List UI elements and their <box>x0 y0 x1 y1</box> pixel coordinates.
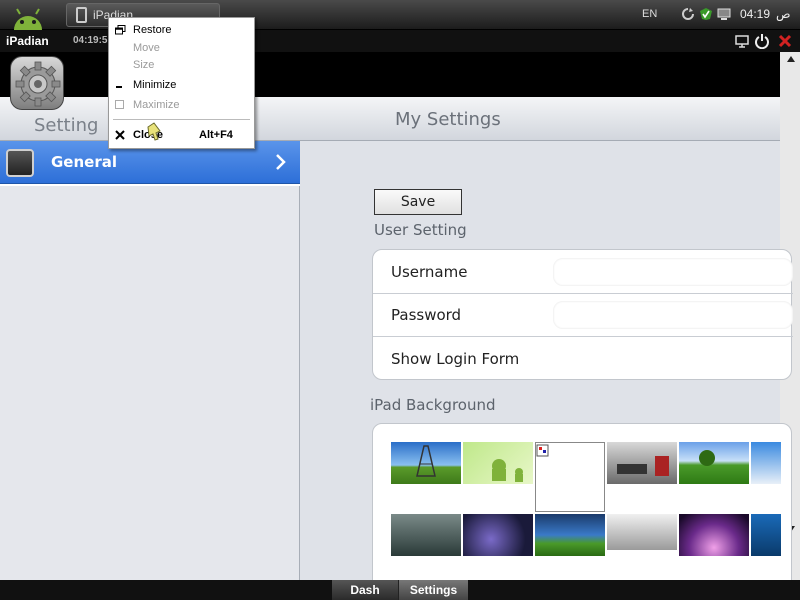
app-clock: 04:19:5 <box>73 35 108 46</box>
background-thumb-night-landscape[interactable] <box>535 514 605 556</box>
background-thumb-grey-gradient[interactable] <box>607 514 677 550</box>
password-label: Password <box>391 306 462 324</box>
menu-separator <box>113 119 250 120</box>
sidebar-item-label: General <box>51 153 117 171</box>
background-thumb-purple-light[interactable] <box>679 514 749 556</box>
tab-settings[interactable]: Settings <box>398 580 468 600</box>
language-indicator[interactable]: EN <box>642 8 657 20</box>
close-icon[interactable] <box>777 33 793 49</box>
sidebar: General <box>0 141 300 580</box>
username-label: Username <box>391 263 468 281</box>
background-thumb-modern-interior[interactable] <box>607 442 677 484</box>
password-row: Password <box>373 293 793 337</box>
background-thumb-snow-blue[interactable] <box>751 442 781 484</box>
menu-item-restore[interactable]: Restore <box>109 21 254 39</box>
background-thumb-green-field[interactable] <box>679 442 749 484</box>
password-input[interactable] <box>553 301 793 329</box>
scroll-up-icon[interactable] <box>786 54 796 64</box>
menu-item-minimize[interactable]: Minimize <box>109 76 254 94</box>
close-icon <box>115 130 125 140</box>
background-thumb-eiffel-tower[interactable] <box>391 442 461 484</box>
save-button[interactable]: Save <box>374 189 462 215</box>
background-thumb-rain-glass[interactable] <box>391 514 461 556</box>
general-icon <box>6 149 34 177</box>
monitor-icon[interactable] <box>717 7 731 21</box>
menu-item-label: Restore <box>133 24 172 36</box>
menu-item-close[interactable]: Close Alt+F4 <box>109 126 254 144</box>
screen: iPadian EN 04:19 ص iPadian 04:19:5 Setti… <box>0 0 800 600</box>
menu-item-label: Size <box>133 59 155 71</box>
broken-image-icon <box>536 444 549 457</box>
show-login-form-row[interactable]: Show Login Form <box>373 337 793 381</box>
android-logo-icon[interactable] <box>8 2 48 30</box>
user-setting-title: User Setting <box>374 221 467 239</box>
window-context-menu: Restore Move Size Minimize Maximize Clos… <box>108 17 255 149</box>
menu-item-shortcut: Alt+F4 <box>199 129 233 141</box>
background-thumb-blank-selected[interactable] <box>535 442 605 512</box>
settings-gear-icon <box>10 56 64 110</box>
background-thumb-purple-nebula[interactable] <box>463 514 533 556</box>
background-thumbnail-grid <box>372 423 792 593</box>
background-thumb-android-green[interactable] <box>463 442 533 484</box>
tab-dash[interactable]: Dash <box>332 580 398 600</box>
menu-item-maximize: Maximize <box>109 96 254 114</box>
username-input[interactable] <box>553 258 793 286</box>
sync-icon[interactable] <box>681 7 695 21</box>
menu-item-size: Size <box>109 56 254 74</box>
background-thumb-hut-water[interactable] <box>751 514 781 556</box>
maximize-icon <box>115 100 124 109</box>
show-login-form-label: Show Login Form <box>391 350 520 368</box>
menu-item-move: Move <box>109 39 254 57</box>
ipad-background-title: iPad Background <box>370 396 496 414</box>
display-icon[interactable] <box>734 33 750 49</box>
sidebar-title: Setting <box>34 115 99 136</box>
mouse-cursor-icon <box>147 122 161 141</box>
minimize-icon <box>116 86 122 88</box>
user-setting-panel: Username Password Show Login Form <box>372 249 793 381</box>
tray-clock[interactable]: 04:19 <box>740 7 770 21</box>
app-title: iPadian <box>6 34 49 48</box>
tray-ampm: ص <box>776 7 791 21</box>
settings-content: Save User Setting Username Password Show… <box>300 141 793 593</box>
username-row: Username <box>373 250 793 294</box>
menu-item-label: Maximize <box>133 99 180 111</box>
power-icon[interactable] <box>754 33 770 49</box>
phone-icon <box>76 7 87 23</box>
chevron-right-icon <box>276 154 286 170</box>
bottom-dock: Dash Settings <box>0 580 800 600</box>
shield-icon[interactable] <box>699 7 713 21</box>
sidebar-divider <box>0 184 300 186</box>
menu-item-label: Move <box>133 42 160 54</box>
restore-icon <box>115 25 126 35</box>
menu-item-label: Minimize <box>133 79 177 91</box>
page-title: My Settings <box>395 109 501 130</box>
